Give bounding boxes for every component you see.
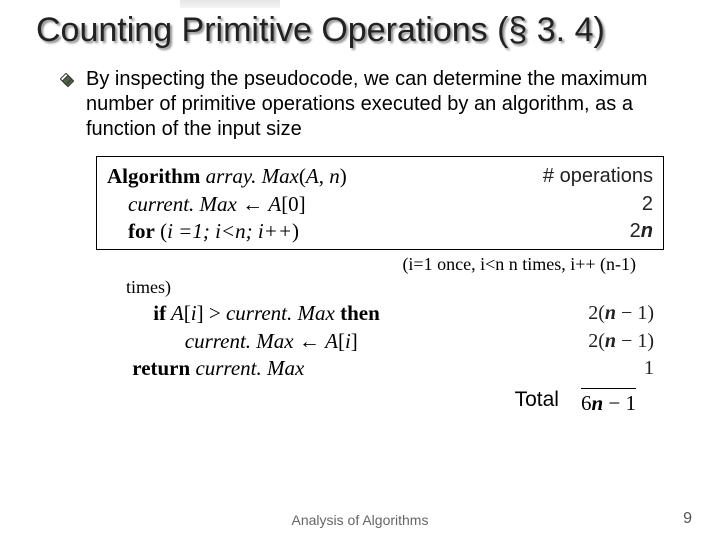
total-value: 6n − 1 [581,388,636,416]
total-row: Total 6n − 1 [36,388,636,416]
diamond-bullet-icon [60,73,76,94]
decorative-top-shadow [180,0,280,8]
bullet-text: By inspecting the pseudocode, we can det… [86,67,674,142]
total-label: Total [515,388,559,416]
bullet-item: By inspecting the pseudocode, we can det… [60,67,674,142]
algo-line-return: return current. Max [106,355,304,382]
ops-header: # operations [513,163,653,190]
algo-line-for: for (i =1; i<n; i++) [107,218,299,245]
loop-note: (i=1 once, i<n n times, i++ (n-1) [36,254,636,275]
footer-title: Analysis of Algorithms [0,512,720,528]
ops-line-return: 1 [514,355,654,382]
ops-line-for: 2n [513,218,653,245]
ops-line-if: 2(n − 1) [514,300,654,327]
ops-line-assign: 2(n − 1) [514,328,654,355]
page-number: 9 [683,510,692,528]
algorithm-box: Algorithm array. Max(A, n) # operations … [96,156,664,250]
algo-line-if: if A[i] > current. Max then [106,300,380,327]
ops-line-init: 2 [513,191,653,218]
algo-signature: Algorithm array. Max(A, n) [107,163,347,190]
algo-line-assign: current. Max ← A[i] [106,328,358,355]
times-label: times) [126,277,654,298]
slide-title: Counting Primitive Operations (§ 3. 4) [36,12,684,49]
algo-line-init: current. Max ← A[0] [107,191,306,218]
